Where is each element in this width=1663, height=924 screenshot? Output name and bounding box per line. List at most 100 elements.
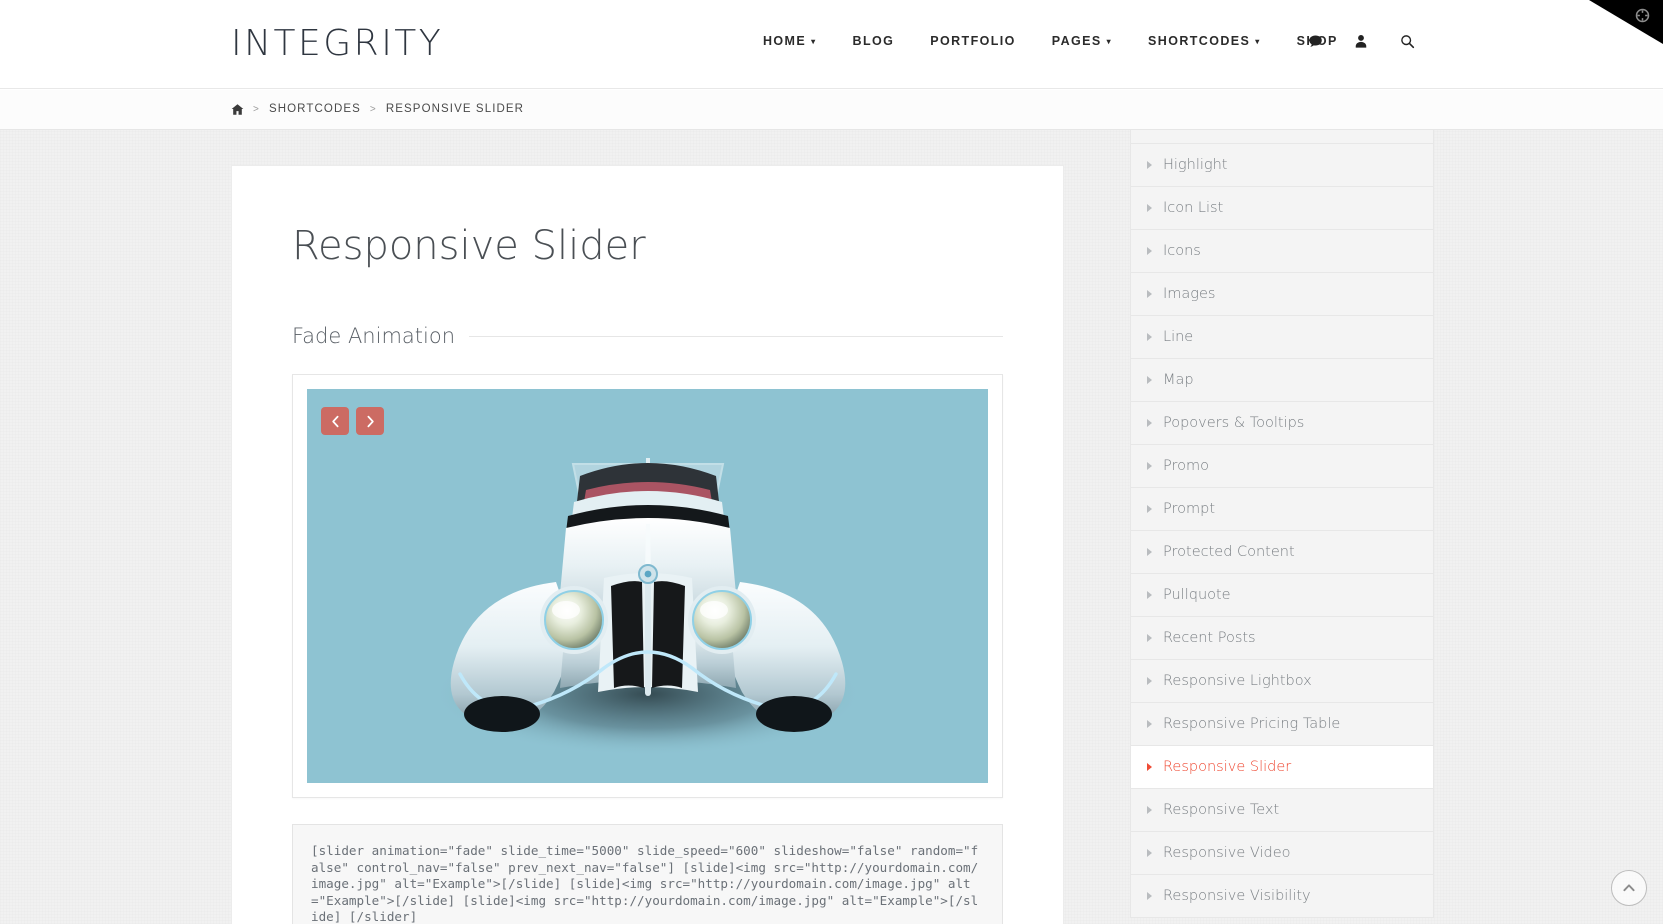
nav-item-pages[interactable]: PAGES ▾ <box>1034 30 1130 52</box>
section-header-fade-animation: Fade Animation <box>292 324 1003 348</box>
sidebar-item-map[interactable]: Map <box>1131 359 1433 402</box>
chevron-left-icon <box>331 415 339 427</box>
sidebar-item-label: Responsive Pricing Table <box>1163 716 1341 732</box>
nav-item-home[interactable]: HOME ▾ <box>745 30 835 52</box>
sidebar-item-responsive-text[interactable]: Responsive Text <box>1131 789 1433 832</box>
sidebar-item-label: Icon List <box>1163 200 1224 216</box>
triangle-right-icon <box>1147 290 1152 298</box>
sidebar-item-label: Responsive Text <box>1163 802 1280 818</box>
chevron-up-icon <box>1623 884 1635 892</box>
chevron-down-icon: ▾ <box>811 37 817 46</box>
site-header: INTEGRITY HOME ▾ BLOG PORTFOLIO PAGES ▾ … <box>0 0 1663 89</box>
nav-item-label: PAGES <box>1051 34 1102 48</box>
breadcrumb-separator: > <box>253 103 260 115</box>
nav-item-label: SHORTCODES <box>1148 34 1251 48</box>
triangle-right-icon <box>1147 806 1152 814</box>
main-navigation: HOME ▾ BLOG PORTFOLIO PAGES ▾ SHORTCODES… <box>745 30 1356 52</box>
sidebar-item-label: Protected Content <box>1163 544 1295 560</box>
sidebar-item-label: Recent Posts <box>1163 630 1256 646</box>
sidebar-item-recent-posts[interactable]: Recent Posts <box>1131 617 1433 660</box>
list-item-partial[interactable] <box>1131 130 1433 144</box>
user-icon[interactable] <box>1338 28 1384 54</box>
slider-stage <box>307 389 988 783</box>
home-icon[interactable] <box>231 103 244 116</box>
sidebar-item-label: Map <box>1163 372 1194 388</box>
sidebar-item-label: Pullquote <box>1163 587 1231 603</box>
nav-item-label: HOME <box>763 34 807 48</box>
sidebar-item-responsive-slider[interactable]: Responsive Slider <box>1131 746 1433 789</box>
sidebar-item-label: Promo <box>1163 458 1209 474</box>
triangle-right-icon <box>1147 677 1152 685</box>
sidebar-item-label: Images <box>1163 286 1216 302</box>
site-logo[interactable]: INTEGRITY <box>231 20 443 68</box>
sidebar-item-label: Prompt <box>1163 501 1216 517</box>
triangle-right-icon <box>1147 376 1152 384</box>
triangle-right-icon <box>1147 161 1152 169</box>
nav-item-shortcodes[interactable]: SHORTCODES ▾ <box>1130 30 1279 52</box>
nav-item-blog[interactable]: BLOG <box>835 30 913 52</box>
corner-triangle <box>1589 0 1663 44</box>
search-icon[interactable] <box>1384 28 1430 54</box>
shortcodes-sidebar: Highlight Icon List Icons Images Line Ma… <box>1130 130 1434 924</box>
main-content-card: Responsive Slider Fade Animation [slider… <box>231 165 1064 924</box>
chevron-down-icon: ▾ <box>1106 37 1113 46</box>
sidebar-item-label: Line <box>1163 329 1194 345</box>
breadcrumb: > SHORTCODES > RESPONSIVE SLIDER <box>231 103 524 116</box>
page-body: Responsive Slider Fade Animation [slider… <box>0 130 1663 924</box>
triangle-right-icon <box>1147 849 1152 857</box>
theme-options-corner-toggle[interactable] <box>1589 0 1663 44</box>
sidebar-item-highlight[interactable]: Highlight <box>1131 144 1433 187</box>
section-title: Fade Animation <box>292 324 456 348</box>
triangle-right-icon <box>1147 333 1152 341</box>
sidebar-item-line[interactable]: Line <box>1131 316 1433 359</box>
sidebar-item-icons[interactable]: Icons <box>1131 230 1433 273</box>
slider-prev-button[interactable] <box>321 407 349 435</box>
breadcrumb-item-current: RESPONSIVE SLIDER <box>385 103 525 115</box>
triangle-right-icon <box>1147 591 1152 599</box>
triangle-right-icon <box>1147 247 1152 255</box>
nav-item-label: BLOG <box>852 34 895 48</box>
slide-image[interactable] <box>307 389 988 783</box>
breadcrumb-bar: > SHORTCODES > RESPONSIVE SLIDER <box>0 89 1663 130</box>
sidebar-item-promo[interactable]: Promo <box>1131 445 1433 488</box>
nav-item-label: PORTFOLIO <box>930 34 1016 48</box>
sidebar-item-images[interactable]: Images <box>1131 273 1433 316</box>
breadcrumb-separator: > <box>369 103 377 115</box>
header-icon-group <box>1292 28 1430 54</box>
breadcrumb-item-shortcodes[interactable]: SHORTCODES <box>269 103 361 115</box>
sidebar-item-responsive-pricing-table[interactable]: Responsive Pricing Table <box>1131 703 1433 746</box>
chevron-down-icon: ▾ <box>1255 37 1261 46</box>
sidebar-item-label: Highlight <box>1163 157 1228 173</box>
sidebar-item-pullquote[interactable]: Pullquote <box>1131 574 1433 617</box>
slider-next-button[interactable] <box>356 407 384 435</box>
page-title: Responsive Slider <box>292 223 646 269</box>
triangle-right-icon <box>1147 634 1152 642</box>
sidebar-item-protected-content[interactable]: Protected Content <box>1131 531 1433 574</box>
nav-item-portfolio[interactable]: PORTFOLIO <box>912 30 1034 52</box>
shortcodes-list: Highlight Icon List Icons Images Line Ma… <box>1130 130 1434 918</box>
triangle-right-icon <box>1147 763 1152 771</box>
triangle-right-icon <box>1147 548 1152 556</box>
section-divider <box>469 335 1003 337</box>
slider-navigation <box>321 407 384 435</box>
classic-car-illustration <box>432 458 863 756</box>
scroll-to-top-button[interactable] <box>1611 870 1647 906</box>
sidebar-item-responsive-video[interactable]: Responsive Video <box>1131 832 1433 875</box>
responsive-slider <box>292 374 1003 798</box>
sidebar-item-label: Icons <box>1163 243 1201 259</box>
triangle-right-icon <box>1147 462 1152 470</box>
comment-icon[interactable] <box>1292 28 1338 54</box>
sidebar-item-popovers-tooltips[interactable]: Popovers & Tooltips <box>1131 402 1433 445</box>
chevron-right-icon <box>366 415 374 427</box>
sidebar-item-label: Responsive Lightbox <box>1163 673 1312 689</box>
shortcode-snippet[interactable]: [slider animation="fade" slide_time="500… <box>292 824 1003 924</box>
sidebar-item-responsive-lightbox[interactable]: Responsive Lightbox <box>1131 660 1433 703</box>
gear-icon[interactable] <box>1635 8 1650 28</box>
sidebar-item-label: Responsive Video <box>1163 845 1291 861</box>
sidebar-item-label: Popovers & Tooltips <box>1163 415 1305 431</box>
triangle-right-icon <box>1147 419 1152 427</box>
sidebar-item-icon-list[interactable]: Icon List <box>1131 187 1433 230</box>
triangle-right-icon <box>1147 204 1152 212</box>
sidebar-item-responsive-visibility[interactable]: Responsive Visibility <box>1131 875 1433 918</box>
sidebar-item-prompt[interactable]: Prompt <box>1131 488 1433 531</box>
